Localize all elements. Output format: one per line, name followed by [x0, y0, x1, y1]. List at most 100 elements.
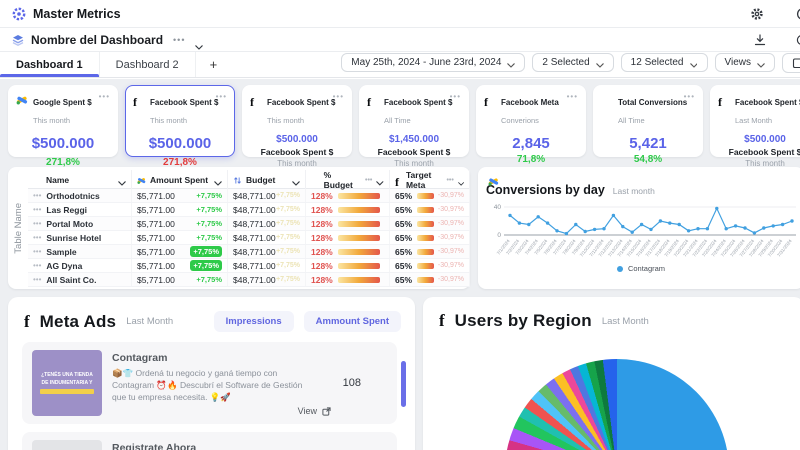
pct-budget-bar: [338, 221, 380, 227]
table-row[interactable]: ••• Orthodotnics $5,771.00 +7,75% $48,77…: [28, 189, 470, 203]
column-menu-button[interactable]: •••: [365, 177, 372, 184]
target-change: -30,97%: [438, 220, 464, 227]
facebook-icon: f: [250, 93, 262, 105]
target-bar: [417, 235, 434, 241]
column-chevron-icon[interactable]: [376, 178, 384, 183]
users-by-region-panel: f Users by Region Last Month: [423, 297, 800, 450]
pct-budget-bar: [338, 249, 380, 255]
card-title: Facebook Meta: [501, 98, 559, 107]
amount-spent-value: $5,771.00: [137, 191, 175, 201]
metric-card[interactable]: Google Spent $ This month ••• $500.000 2…: [8, 85, 118, 157]
date-range-dropdown[interactable]: May 25th, 2024 - June 23rd, 2024: [341, 53, 525, 72]
chart-legend: Contagram: [486, 264, 796, 273]
table-row[interactable]: ••• AG Dyna $5,771.00 +7,75% $48,771.00 …: [28, 259, 470, 273]
campaigns-dropdown[interactable]: 12 Selected: [621, 53, 708, 72]
card-menu-button[interactable]: •••: [99, 92, 110, 128]
pct-budget-value: 128%: [311, 261, 333, 271]
table-row[interactable]: ••• Sample $5,771.00 +7,75% $48,771.00 +…: [28, 245, 470, 259]
row-menu-button[interactable]: •••: [33, 247, 41, 256]
add-tab-button[interactable]: +: [196, 52, 232, 77]
card-title: Facebook Spent $: [267, 98, 335, 107]
list-scrollbar[interactable]: [401, 361, 406, 407]
budget-change: +7,75%: [276, 234, 300, 241]
column-label: Amount Spent: [150, 175, 208, 185]
column-menu-button[interactable]: •••: [446, 177, 453, 184]
views-value: Views: [725, 57, 752, 68]
ad-thumbnail: ¿TENÉS UNA TIENDADE INDUMENTARIA Y: [32, 350, 102, 416]
accounts-dropdown[interactable]: 2 Selected: [532, 53, 613, 72]
row-menu-button[interactable]: •••: [33, 205, 41, 214]
amount-spent-button[interactable]: Ammount Spent: [304, 311, 401, 332]
facebook-icon: f: [439, 311, 445, 331]
column-chevron-icon[interactable]: [292, 178, 300, 183]
download-icon[interactable]: [754, 34, 766, 46]
card-value: $500.000: [133, 135, 227, 152]
amount-change-badge: +7,75%: [190, 246, 222, 257]
views-dropdown[interactable]: Views: [715, 53, 776, 72]
card-menu-button[interactable]: •••: [216, 92, 227, 128]
row-menu-button[interactable]: •••: [33, 233, 41, 242]
table-row[interactable]: ••• All Saint Co. $5,771.00 +7,75% $48,7…: [28, 273, 470, 287]
pct-budget-bar: [338, 193, 380, 199]
meta-ads-title: Meta Ads: [40, 312, 117, 332]
card-menu-button[interactable]: •••: [567, 92, 578, 128]
card-subtitle: This month: [267, 116, 304, 125]
metric-card[interactable]: f Facebook Spent $ Last Month ••• $500.0…: [710, 85, 800, 157]
row-name: Sunrise Hotel: [46, 233, 101, 243]
account-icon[interactable]: [796, 7, 800, 21]
pct-budget-bar: [338, 235, 380, 241]
dashboard-chevron-down-icon[interactable]: [195, 37, 203, 42]
chart-title: Conversions by day: [486, 183, 605, 197]
column-chevron-icon[interactable]: [214, 178, 222, 183]
settings-gear-icon[interactable]: [750, 7, 764, 21]
ad-list: ¿TENÉS UNA TIENDADE INDUMENTARIA Y Conta…: [8, 340, 415, 450]
pct-budget-value: 128%: [311, 219, 333, 229]
row-menu-button[interactable]: •••: [33, 191, 41, 200]
chevron-down-icon: [757, 60, 765, 65]
metric-card[interactable]: f Facebook Spent $ All Time ••• $1,450.0…: [359, 85, 469, 157]
ad-title: Contagram: [112, 352, 333, 364]
target-bar: [417, 193, 434, 199]
dashboard-menu-button[interactable]: •••: [173, 35, 185, 45]
amount-spent-value: $5,771.00: [137, 205, 175, 215]
ad-list-item[interactable]: AUTOMATIZÁ TUS TIENDASADMINISTRATIVAS Re…: [22, 432, 397, 450]
app-title: Master Metrics: [33, 7, 121, 21]
card-menu-button[interactable]: •••: [450, 92, 461, 128]
facebook-icon: f: [24, 312, 30, 332]
card-change: 71,8%: [484, 154, 578, 165]
legend-label: Contagram: [628, 264, 665, 273]
ad-description: 📦👕 Ordená tu negocio y ganá tiempo con C…: [112, 368, 312, 404]
tab-dashboard-2[interactable]: Dashboard 2: [100, 52, 196, 77]
conversions-panel: Conversions by day Last month 4007/1/202…: [478, 167, 800, 289]
metric-card[interactable]: f Facebook Spent $ This month ••• $500.0…: [242, 85, 352, 157]
amount-change-badge: +7,75%: [196, 219, 222, 228]
card-menu-button[interactable]: •••: [684, 92, 695, 128]
metric-card[interactable]: f Facebook Spent $ This month ••• $500.0…: [125, 85, 235, 157]
table-row[interactable]: ••• Sunrise Hotel $5,771.00 +7,75% $48,7…: [28, 231, 470, 245]
master-metrics-logo-icon: [12, 7, 26, 21]
card-subtitle: Converions: [501, 116, 539, 125]
card-menu-button[interactable]: •••: [333, 92, 344, 128]
target-value: 65%: [395, 233, 412, 243]
meta-ads-panel: f Meta Ads Last Month Impressions Ammoun…: [8, 297, 415, 450]
extra-filter-button[interactable]: [782, 53, 800, 73]
table-row[interactable]: ••• Las Reggi $5,771.00 +7,75% $48,771.0…: [28, 203, 470, 217]
ad-view-link[interactable]: View: [298, 406, 331, 416]
metric-card[interactable]: Total Conversions All Time ••• 5,421 54,…: [593, 85, 703, 157]
card-title: Facebook Spent $: [384, 98, 452, 107]
card-stack-label: Facebook Spent $: [367, 147, 461, 157]
dashboard-icon: [12, 34, 24, 46]
card-value: 2,845: [484, 135, 578, 152]
column-chevron-icon[interactable]: [118, 178, 126, 183]
tab-dashboard-1[interactable]: Dashboard 1: [0, 52, 100, 77]
share-icon[interactable]: [796, 34, 800, 46]
row-menu-button[interactable]: •••: [33, 261, 41, 270]
table-row[interactable]: ••• Portal Moto $5,771.00 +7,75% $48,771…: [28, 217, 470, 231]
impressions-button[interactable]: Impressions: [214, 311, 294, 332]
pct-budget-bar: [338, 263, 380, 269]
metric-card[interactable]: f Facebook Meta Converions ••• 2,845 71,…: [476, 85, 586, 157]
ad-list-item[interactable]: ¿TENÉS UNA TIENDADE INDUMENTARIA Y Conta…: [22, 342, 397, 424]
row-menu-button[interactable]: •••: [33, 275, 41, 284]
row-menu-button[interactable]: •••: [33, 219, 41, 228]
column-chevron-icon[interactable]: [458, 178, 464, 183]
